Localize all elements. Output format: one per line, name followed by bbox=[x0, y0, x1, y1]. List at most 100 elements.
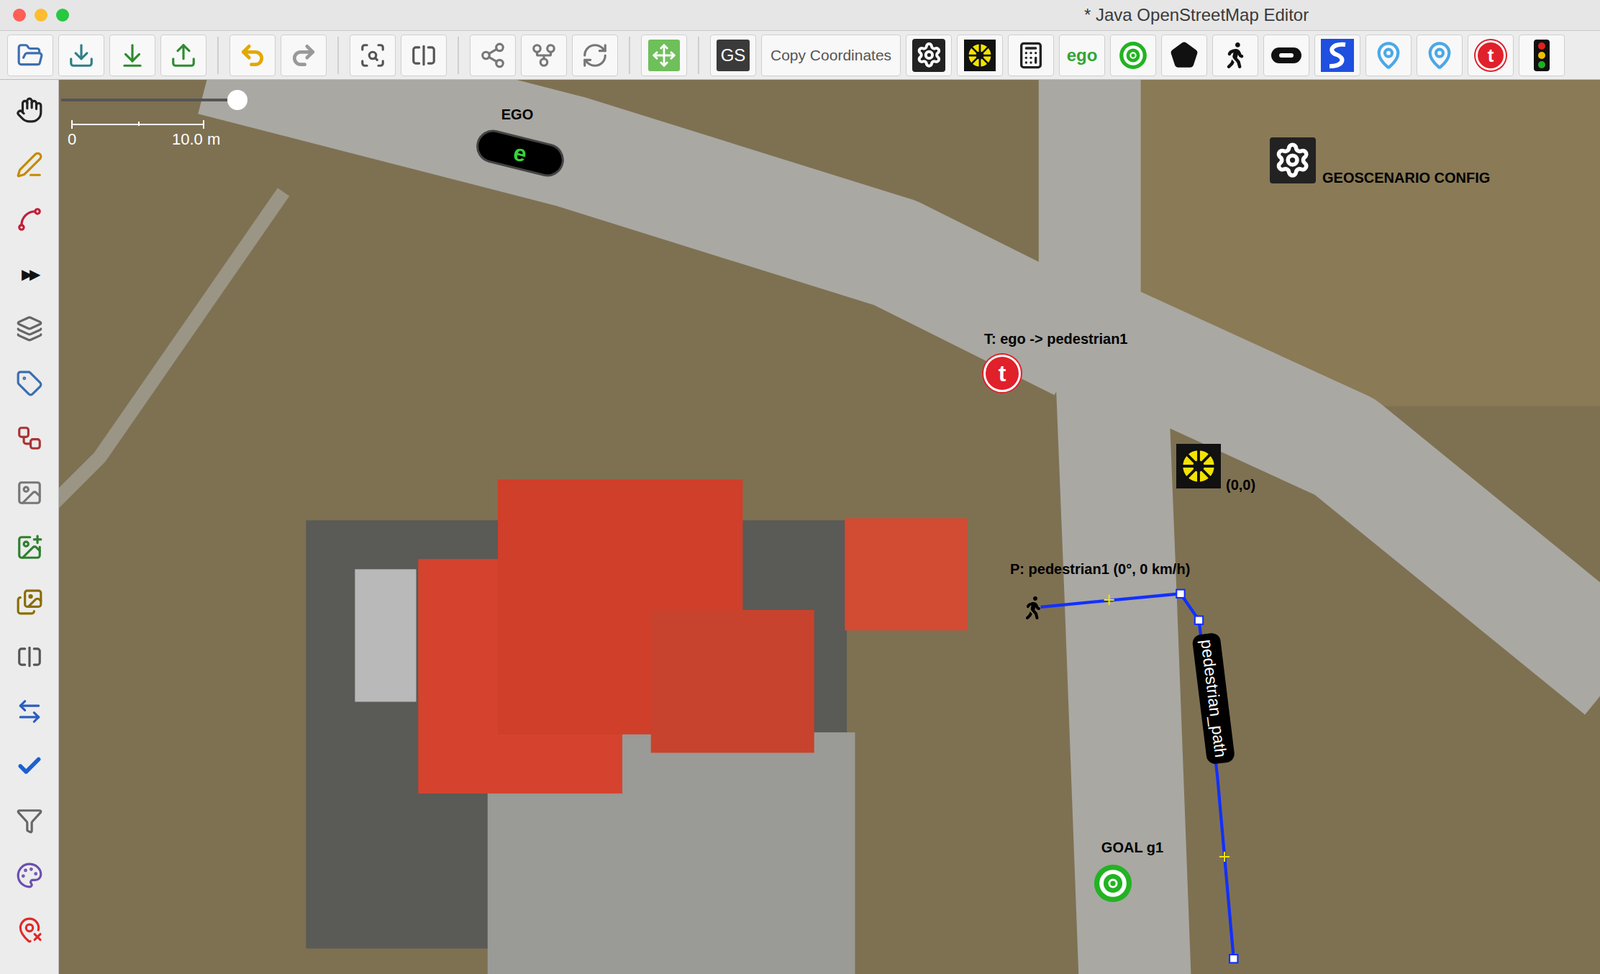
walking-icon bbox=[1222, 42, 1249, 69]
toolbar-overflow[interactable]: ▶▶ bbox=[21, 255, 38, 293]
tool-button[interactable] bbox=[10, 200, 49, 239]
goal-button[interactable] bbox=[1110, 34, 1157, 77]
relation-icon bbox=[15, 424, 44, 452]
tool-button[interactable] bbox=[10, 856, 49, 895]
location2-button[interactable] bbox=[1416, 34, 1463, 77]
area-button[interactable] bbox=[1161, 34, 1208, 77]
trigger-button[interactable]: t bbox=[1467, 34, 1514, 77]
add-imagery-icon bbox=[15, 533, 44, 562]
reverse-button[interactable] bbox=[571, 34, 618, 77]
undo-button[interactable] bbox=[229, 34, 276, 77]
tool-button[interactable] bbox=[10, 146, 49, 184]
tags-icon bbox=[15, 369, 44, 398]
download-button[interactable] bbox=[109, 34, 156, 77]
tool-button[interactable] bbox=[10, 583, 49, 621]
map-view[interactable]: 010.0 mEGOeGEOSCENARIO CONFIGT: ego -> p… bbox=[58, 79, 1600, 974]
upload-button[interactable] bbox=[160, 34, 207, 77]
save-button[interactable] bbox=[58, 34, 105, 77]
trigger-label: T: ego -> pedestrian1 bbox=[984, 328, 1129, 350]
aerial-imagery bbox=[58, 79, 1600, 974]
tool-button[interactable] bbox=[10, 911, 49, 949]
preferences-icon bbox=[410, 41, 438, 70]
zoom-slider-knob[interactable] bbox=[227, 89, 248, 111]
move-icon bbox=[651, 43, 677, 68]
traffic-light-icon bbox=[1533, 39, 1550, 72]
goal-icon bbox=[1117, 40, 1149, 71]
combine-icon bbox=[530, 41, 558, 70]
goal-label: GOAL g1 bbox=[1101, 836, 1164, 859]
reverse-icon bbox=[581, 41, 609, 70]
save-icon bbox=[67, 41, 95, 70]
goal-icon bbox=[1092, 862, 1134, 905]
combine-button[interactable] bbox=[520, 34, 567, 77]
location-button[interactable] bbox=[1365, 34, 1412, 77]
vehicle-button[interactable] bbox=[1263, 34, 1310, 77]
traffic-light-button[interactable] bbox=[1518, 34, 1565, 77]
notes-icon bbox=[15, 916, 44, 944]
gear-icon bbox=[1274, 141, 1311, 179]
pedestrian-icon[interactable] bbox=[1022, 596, 1044, 620]
redo-icon bbox=[289, 41, 318, 70]
split-button[interactable] bbox=[469, 34, 516, 77]
path-icon bbox=[1320, 38, 1354, 72]
panel-icon bbox=[15, 643, 44, 671]
pedestrian-button[interactable] bbox=[1212, 34, 1259, 77]
zoom-slider[interactable] bbox=[61, 98, 245, 102]
app: * Java OpenStreetMap Editor GSCopy Coordi… bbox=[0, 0, 1600, 974]
tool-button[interactable] bbox=[10, 310, 49, 348]
origin-button[interactable] bbox=[956, 34, 1003, 77]
left-toolbar: ▶▶ bbox=[0, 79, 59, 974]
title-bar: * Java OpenStreetMap Editor bbox=[0, 0, 1600, 31]
preferences-button[interactable] bbox=[400, 34, 447, 77]
tool-button[interactable] bbox=[10, 802, 49, 840]
layers-icon bbox=[15, 315, 44, 343]
imagery-icon bbox=[15, 479, 44, 507]
zoom-button[interactable] bbox=[349, 34, 396, 77]
scale-bar bbox=[71, 120, 205, 129]
pedestrian-label: P: pedestrian1 (0°, 0 km/h) bbox=[1010, 558, 1190, 580]
improve-way-icon bbox=[15, 205, 44, 234]
tool-button[interactable] bbox=[10, 474, 49, 512]
minimize-button[interactable] bbox=[34, 8, 48, 22]
path-button[interactable] bbox=[1314, 34, 1361, 77]
copy-coordinates-button[interactable]: Copy Coordinates bbox=[761, 34, 901, 77]
split-icon bbox=[479, 41, 507, 70]
download-icon bbox=[118, 41, 147, 70]
pin-icon bbox=[1374, 41, 1403, 70]
trigger-icon: t bbox=[1475, 40, 1506, 71]
toolbar-separator bbox=[217, 36, 219, 75]
redo-button[interactable] bbox=[280, 34, 327, 77]
pill-icon bbox=[1270, 46, 1303, 65]
window-title: * Java OpenStreetMap Editor bbox=[1084, 2, 1309, 29]
scale-end: 10.0 m bbox=[171, 131, 221, 148]
conflict-icon bbox=[15, 697, 44, 726]
calculator-icon bbox=[1016, 41, 1046, 70]
gear-icon bbox=[915, 41, 943, 69]
tool-button[interactable] bbox=[10, 91, 49, 129]
calculator-button[interactable] bbox=[1007, 34, 1054, 77]
config-icon bbox=[912, 38, 946, 72]
ego-button[interactable]: ego bbox=[1058, 34, 1106, 77]
tool-button[interactable] bbox=[10, 364, 49, 403]
style-icon bbox=[15, 861, 44, 890]
zoom-button[interactable] bbox=[56, 8, 70, 22]
ego-label: EGO bbox=[501, 103, 534, 126]
tool-button[interactable] bbox=[10, 528, 49, 567]
config-button[interactable] bbox=[905, 34, 952, 77]
select-icon bbox=[15, 96, 44, 124]
gs-button[interactable]: GS bbox=[710, 34, 757, 77]
draw-icon bbox=[15, 151, 44, 179]
origin-label: (0,0) bbox=[1225, 474, 1256, 496]
open-button[interactable] bbox=[7, 34, 54, 77]
tool-button[interactable] bbox=[10, 747, 49, 785]
validate-icon bbox=[15, 752, 44, 780]
close-button[interactable] bbox=[12, 8, 26, 22]
tool-button[interactable] bbox=[10, 638, 49, 676]
move-button[interactable] bbox=[641, 34, 688, 77]
toolbar-separator bbox=[628, 36, 631, 75]
pentagon-icon bbox=[1169, 41, 1199, 70]
config-icon bbox=[1269, 137, 1316, 184]
tool-button[interactable] bbox=[10, 419, 49, 457]
tool-button[interactable] bbox=[10, 692, 49, 731]
toolbar-separator bbox=[457, 36, 459, 75]
